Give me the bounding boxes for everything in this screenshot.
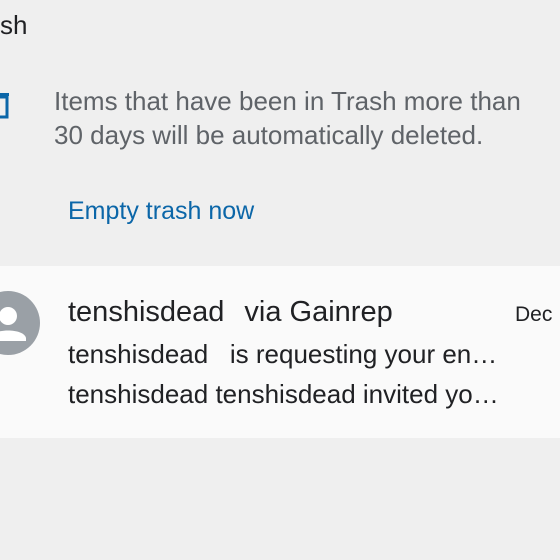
empty-trash-button[interactable]: Empty trash now	[68, 194, 254, 228]
sender-via: via Gainrep	[244, 296, 393, 328]
banner-line-2: 30 days will be automatically deleted.	[54, 120, 484, 150]
message-snippet: tenshisdead tenshisdead invited yo…	[68, 379, 499, 409]
trash-icon	[0, 89, 12, 119]
banner-line-1: Items that have been in Trash more than	[54, 86, 521, 116]
person-icon	[0, 291, 40, 355]
message-date: Dec	[515, 303, 553, 326]
message-subject: tenshisdead is requesting your en…	[68, 339, 498, 369]
sender-line: tenshisdead via Gainrep	[68, 294, 393, 330]
sender-name: tenshisdead	[68, 296, 225, 328]
trash-info-banner: Items that have been in Trash more than …	[54, 84, 560, 152]
message-row[interactable]: tenshisdead via Gainrep Dec tenshisdead i…	[0, 266, 560, 438]
page-title: sh	[0, 10, 28, 40]
